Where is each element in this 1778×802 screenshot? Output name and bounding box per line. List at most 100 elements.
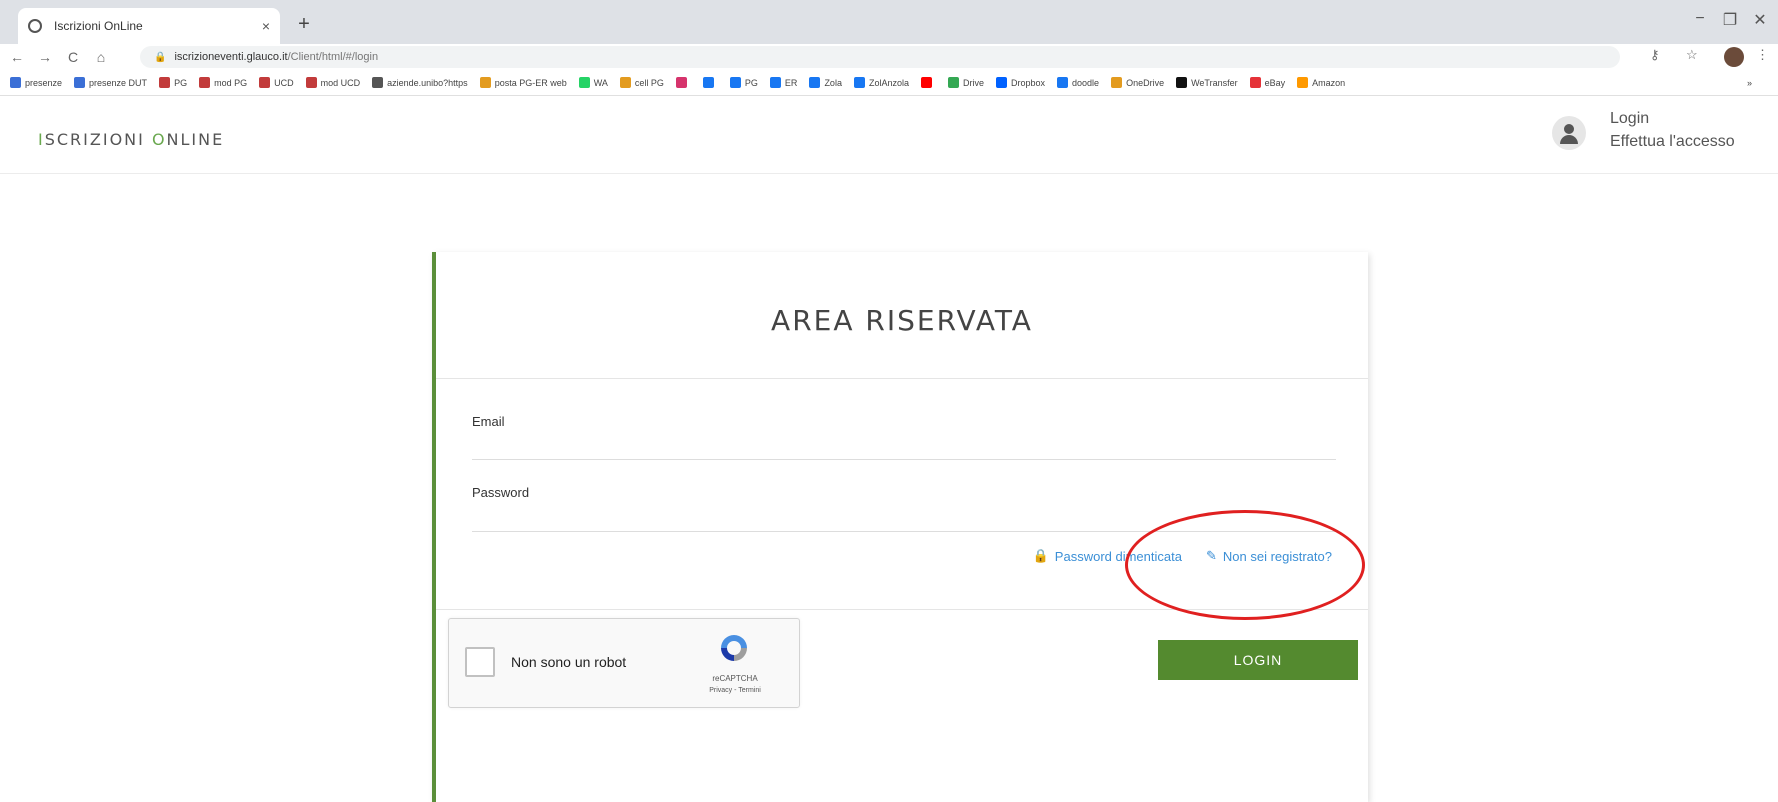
bookmark-label: presenze DUT xyxy=(89,77,148,88)
bookmark-item[interactable] xyxy=(675,77,691,88)
bookmark-icon xyxy=(1111,77,1123,88)
bookmark-item[interactable]: WA xyxy=(578,77,608,88)
bookmark-icon xyxy=(1176,77,1188,88)
bookmark-item[interactable]: mod PG xyxy=(199,77,247,88)
bookmark-item[interactable]: Drive xyxy=(947,77,984,88)
bookmark-icon xyxy=(578,77,590,88)
tab-close-icon[interactable]: × xyxy=(262,18,270,34)
page: ISCRIZIONI ONLINE Login Effettua l'acces… xyxy=(0,96,1778,802)
bookmark-label: WA xyxy=(593,77,608,88)
minimize-button[interactable]: − xyxy=(1690,10,1710,28)
bookmark-label: mod PG xyxy=(214,77,248,88)
password-field[interactable] xyxy=(472,504,1336,532)
login-link[interactable]: Login xyxy=(1610,110,1649,128)
forward-button[interactable]: → xyxy=(34,49,56,65)
login-subtitle[interactable]: Effettua l'accesso xyxy=(1610,133,1735,151)
bookmark-icon xyxy=(305,77,317,88)
bookmark-item[interactable]: presenze xyxy=(10,77,62,88)
address-bar[interactable]: 🔒 iscrizioneventi.glauco.it /Client/html… xyxy=(140,46,1620,68)
bookmark-item[interactable]: OneDrive xyxy=(1111,77,1164,88)
forgot-password-link[interactable]: 🔒 Password dimenticata xyxy=(1033,548,1182,564)
password-label: Password xyxy=(472,485,530,500)
divider xyxy=(436,378,1368,379)
recaptcha-logo-icon xyxy=(721,635,747,661)
tab-strip: Iscrizioni OnLine × + − ❐ ✕ xyxy=(0,0,1778,44)
bookmark-icon xyxy=(1297,77,1309,88)
bookmark-label: WeTransfer xyxy=(1191,77,1238,88)
bookmark-icon xyxy=(159,77,171,88)
bookmark-item[interactable]: PG xyxy=(159,77,187,88)
bookmark-icon xyxy=(675,77,687,88)
bookmark-item[interactable]: PG xyxy=(729,77,758,88)
bookmark-item[interactable]: eBay xyxy=(1249,77,1286,88)
bookmark-icon xyxy=(1057,77,1069,88)
login-button[interactable]: LOGIN xyxy=(1158,640,1358,680)
card-title: AREA RISERVATA xyxy=(771,304,1033,337)
bookmark-label: UCD xyxy=(274,77,294,88)
bookmark-item[interactable]: Dropbox xyxy=(996,77,1045,88)
browser-window: Iscrizioni OnLine × + − ❐ ✕ ← → C ⌂ 🔒 is… xyxy=(0,0,1778,802)
email-field[interactable] xyxy=(472,432,1336,460)
recaptcha-terms-link[interactable]: Privacy - Termini xyxy=(695,687,775,694)
bookmark-item[interactable] xyxy=(920,77,936,88)
bookmark-icon xyxy=(479,77,491,88)
bookmark-label: presenze xyxy=(25,77,63,88)
tab-iscrizioni-online[interactable]: Iscrizioni OnLine × xyxy=(18,8,280,44)
more-bookmarks-button[interactable]: » xyxy=(1747,78,1752,88)
lock-icon: 🔒 xyxy=(1032,548,1049,563)
bookmark-label: PG xyxy=(744,77,758,88)
bookmark-icon xyxy=(729,77,741,88)
bookmark-item[interactable]: Zola xyxy=(809,77,842,88)
bookmark-label: cell PG xyxy=(634,77,664,88)
close-window-button[interactable]: ✕ xyxy=(1750,10,1770,30)
bookmark-item[interactable]: ER xyxy=(769,77,797,88)
bookmark-item[interactable] xyxy=(702,77,718,88)
bookmark-item[interactable]: mod UCD xyxy=(305,77,360,88)
site-header: ISCRIZIONI ONLINE Login Effettua l'acces… xyxy=(0,96,1778,174)
maximize-button[interactable]: ❐ xyxy=(1720,10,1740,30)
bookmark-icon xyxy=(372,77,384,88)
register-label: Non sei registrato? xyxy=(1222,548,1332,564)
bookmark-icon xyxy=(10,77,21,88)
recaptcha-brand: reCAPTCHA xyxy=(712,674,758,683)
menu-icon[interactable]: ⋮ xyxy=(1756,47,1769,63)
bookmark-icon xyxy=(74,77,86,88)
bookmark-item[interactable]: posta PG-ER web xyxy=(479,77,567,88)
recaptcha-checkbox[interactable] xyxy=(465,647,495,677)
browser-toolbar: ← → C ⌂ 🔒 iscrizioneventi.glauco.it /Cli… xyxy=(0,44,1778,70)
forgot-password-label: Password dimenticata xyxy=(1054,548,1182,564)
edit-icon: ✎ xyxy=(1205,548,1217,563)
back-button[interactable]: ← xyxy=(6,49,28,65)
bookmark-icon xyxy=(920,77,932,88)
bookmark-item[interactable]: ZolAnzola xyxy=(853,77,909,88)
profile-avatar[interactable] xyxy=(1724,47,1744,67)
recaptcha-widget: Non sono un robot reCAPTCHA Privacy - Te… xyxy=(448,618,800,708)
reload-button[interactable]: C xyxy=(62,49,84,65)
bookmark-label: OneDrive xyxy=(1126,77,1165,88)
bookmarks-bar: presenze presenze DUT PG mod PG UCD mod UCD az… xyxy=(0,70,1778,96)
bookmark-icon xyxy=(947,77,959,88)
register-link[interactable]: ✎ Non sei registrato? xyxy=(1206,548,1332,564)
recaptcha-label: Non sono un robot xyxy=(511,654,627,670)
star-icon[interactable]: ☆ xyxy=(1686,47,1698,63)
bookmark-icon xyxy=(259,77,271,88)
user-avatar-icon[interactable] xyxy=(1552,116,1586,150)
new-tab-button[interactable]: + xyxy=(290,10,318,38)
url-path: /Client/html/#/login xyxy=(287,51,379,63)
bookmark-label: doodle xyxy=(1072,77,1100,88)
site-logo[interactable]: ISCRIZIONI ONLINE xyxy=(38,130,224,149)
bookmark-label: eBay xyxy=(1264,77,1286,88)
bookmark-label: aziende.unibo?https xyxy=(387,77,468,88)
bookmark-label: Zola xyxy=(824,77,842,88)
home-button[interactable]: ⌂ xyxy=(90,49,112,65)
bookmark-item[interactable]: Amazon xyxy=(1297,77,1345,88)
bookmark-icon xyxy=(199,77,211,88)
bookmark-item[interactable]: doodle xyxy=(1057,77,1099,88)
bookmark-item[interactable]: cell PG xyxy=(619,77,664,88)
key-icon[interactable]: ⚷ xyxy=(1650,47,1660,63)
bookmark-icon xyxy=(769,77,781,88)
bookmark-item[interactable]: presenze DUT xyxy=(74,77,147,88)
bookmark-item[interactable]: aziende.unibo?https xyxy=(372,77,468,88)
bookmark-item[interactable]: UCD xyxy=(259,77,294,88)
bookmark-item[interactable]: WeTransfer xyxy=(1176,77,1238,88)
